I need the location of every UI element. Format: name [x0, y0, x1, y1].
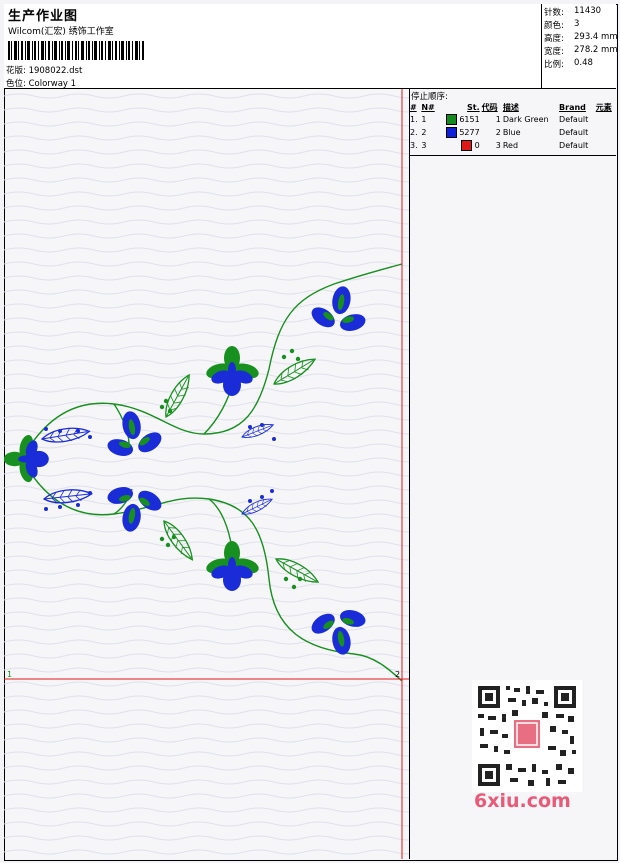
- qr-code: [472, 680, 582, 792]
- barcode: [8, 41, 144, 60]
- sheet-title: 生产作业图: [8, 9, 79, 24]
- divider: [409, 155, 616, 156]
- scale-value: 0.48: [574, 58, 593, 68]
- studio-name: Wilcom(汇宏) 绣饰工作室: [8, 27, 114, 37]
- scale-label: 比例:: [544, 60, 564, 70]
- height-label: 高度:: [544, 34, 564, 44]
- col-code: 代码: [481, 102, 498, 112]
- color-sequence-table: # N# St. 代码 描述 Brand 元素 1. 1 6151 1 Dark…: [409, 101, 616, 152]
- col-stitches: St.: [467, 102, 480, 112]
- col-brand: Brand: [559, 102, 586, 112]
- stats-panel: 针数: 11430 颜色: 3 高度: 293.4 mm 宽度: 278.2 m…: [541, 4, 618, 88]
- width-value: 278.2 mm: [574, 45, 618, 55]
- colorway: 色位: Colorway 1: [6, 79, 77, 89]
- table-row: 3. 3 0 3 Red Default: [410, 140, 589, 151]
- table-row: 2. 2 5277 2 Blue Default: [410, 127, 589, 138]
- stitches-value: 11430: [574, 6, 602, 16]
- stitches-label: 针数:: [544, 8, 564, 18]
- design-file: 花版: 1908022.dst: [6, 66, 83, 76]
- color-swatch: [445, 127, 457, 138]
- color-swatch: [461, 140, 473, 151]
- sheet-header: 生产作业图 Wilcom(汇宏) 绣饰工作室 花版: 1908022.dst 色…: [4, 4, 618, 89]
- height-value: 293.4 mm: [574, 32, 618, 42]
- col-element: 元素: [595, 102, 612, 112]
- marker-left: 1: [7, 670, 12, 679]
- width-label: 宽度:: [544, 47, 564, 57]
- seal-stamp: [514, 720, 540, 748]
- col-index: #: [410, 102, 417, 112]
- design-canvas: 1 2: [3, 89, 410, 859]
- col-number: N#: [421, 102, 435, 112]
- marker-right: 2: [395, 670, 400, 679]
- colors-value: 3: [574, 19, 580, 29]
- table-row: 1. 1 6151 1 Dark Green Default: [410, 114, 589, 125]
- watermark-logo: 6xiu.com: [474, 790, 571, 812]
- colors-label: 颜色:: [544, 21, 564, 31]
- color-swatch: [445, 114, 457, 125]
- col-description: 描述: [502, 102, 519, 112]
- embroidery-preview: 1 2: [3, 89, 409, 859]
